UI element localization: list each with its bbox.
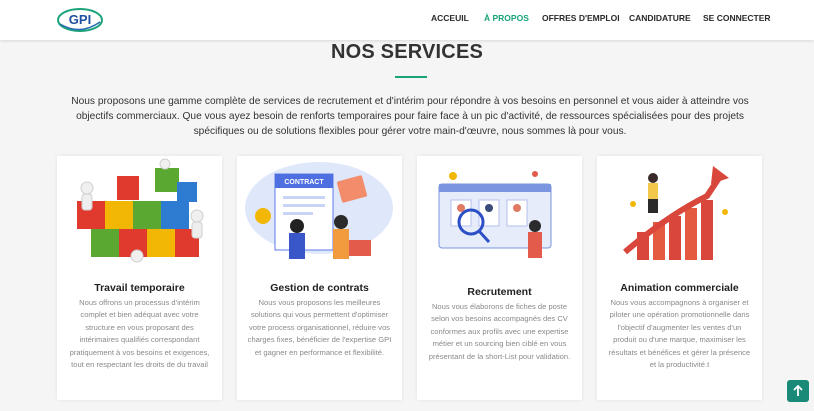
contract-handshake-illustration: CONTRACT — [237, 156, 402, 274]
service-title: Animation commerciale — [620, 282, 739, 294]
nav-item-offres-emploi[interactable]: OFFRES D'EMPLOI — [542, 13, 620, 23]
contract-label: CONTRACT — [284, 179, 324, 186]
section-intro: Nous proposons une gamme complète de ser… — [71, 96, 749, 137]
growth-chart-illustration — [597, 156, 762, 274]
service-description: Nous vous accompagnons à organiser et pi… — [608, 298, 751, 370]
logo-text: GPI — [69, 12, 91, 27]
recruitment-illustration — [417, 156, 582, 274]
service-title: Gestion de contrats — [270, 282, 369, 294]
service-title: Travail temporaire — [94, 282, 185, 294]
service-card-recrutement[interactable]: Recrutement Nous vous élaborons de fiche… — [417, 156, 582, 400]
gpi-logo[interactable]: GPI — [56, 6, 104, 34]
top-navbar: GPI ACCEUIL À PROPOS OFFRES D'EMPLOI CAN… — [0, 0, 814, 40]
service-title: Recrutement — [467, 286, 532, 298]
nav-item-candidature[interactable]: CANDIDATURE — [629, 13, 691, 23]
service-card-animation-commerciale[interactable]: Animation commerciale Nous vous accompag… — [597, 156, 762, 400]
back-to-top-button[interactable] — [787, 380, 809, 402]
service-card-gestion-contrats[interactable]: CONTRACT Gestion de contrats Nous vous p… — [237, 156, 402, 400]
section-title: NOS SERVICES — [330, 41, 484, 63]
puzzle-people-illustration — [57, 156, 222, 274]
service-card-travail-temporaire[interactable]: Travail temporaire Nous offrons un proce… — [57, 156, 222, 400]
service-description: Nous offrons un processus d'intérim comp… — [69, 298, 210, 370]
nav-item-a-propos[interactable]: À PROPOS — [484, 13, 529, 23]
service-description: Nous vous élaborons de fiches de poste s… — [428, 302, 571, 361]
service-description: Nous vous proposons les meilleures solut… — [247, 298, 392, 357]
nav-item-se-connecter[interactable]: SE CONNECTER — [703, 13, 771, 23]
arrow-up-icon — [793, 384, 803, 396]
title-underline — [395, 76, 427, 78]
nav-item-accueil[interactable]: ACCEUIL — [431, 13, 469, 23]
